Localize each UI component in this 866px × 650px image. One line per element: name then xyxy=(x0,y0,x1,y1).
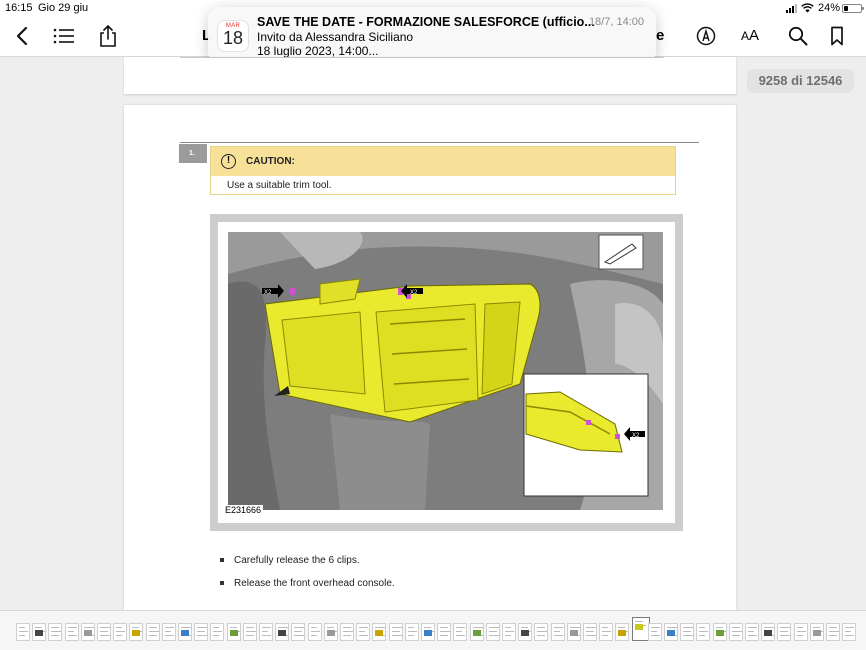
page-thumbnail[interactable] xyxy=(275,623,290,641)
page-thumbnail[interactable] xyxy=(664,623,678,641)
search-icon[interactable] xyxy=(786,24,810,48)
wifi-icon xyxy=(801,3,814,13)
page-thumbnail[interactable] xyxy=(161,623,176,641)
page-thumbnail[interactable] xyxy=(48,623,63,641)
step-number: 1. xyxy=(179,144,207,163)
page-thumbnail[interactable] xyxy=(388,623,403,641)
page-thumbnail[interactable] xyxy=(599,623,614,641)
page-thumbnail[interactable] xyxy=(485,623,500,641)
back-chevron-icon[interactable] xyxy=(10,24,34,48)
notification-title: SAVE THE DATE - FORMAZIONE SALESFORCE (u… xyxy=(257,15,595,29)
page-thumbnail[interactable] xyxy=(502,623,516,641)
page-thumbnail[interactable] xyxy=(356,623,371,641)
page-thumbnail[interactable] xyxy=(421,623,435,641)
clip-marker xyxy=(290,288,295,295)
notification-time: 18/7, 14:00 xyxy=(588,16,644,28)
page-thumbnail[interactable] xyxy=(323,623,338,641)
page-thumbnail[interactable] xyxy=(761,623,776,641)
page-thumbnail[interactable] xyxy=(793,623,808,641)
document-title-end: e xyxy=(656,27,665,44)
page-thumbnail[interactable] xyxy=(728,623,743,641)
clip-marker xyxy=(615,434,620,439)
page-thumbnail[interactable] xyxy=(259,623,273,641)
list-icon[interactable] xyxy=(52,24,76,48)
document-page: 1. ! CAUTION: Use a suitable trim tool. xyxy=(124,105,736,610)
page-thumbnail[interactable] xyxy=(226,623,241,641)
list-item: Release the front overhead console. xyxy=(220,578,395,601)
signal-icon xyxy=(785,3,797,13)
notification-event-date: 18 luglio 2023, 14:00... xyxy=(257,44,379,58)
notification-sender: Invito da Alessandra Siciliano xyxy=(257,30,414,44)
page-thumbnail[interactable] xyxy=(372,623,387,641)
page-thumbnail[interactable] xyxy=(340,623,354,641)
instruction-list: Carefully release the 6 clips. Release t… xyxy=(220,555,395,601)
status-time: 16:15 xyxy=(5,2,33,14)
page-thumbnail[interactable] xyxy=(469,623,484,641)
share-icon[interactable] xyxy=(96,24,120,48)
page-thumbnail[interactable] xyxy=(16,623,30,641)
page-thumbnail[interactable] xyxy=(97,623,111,641)
page-thumbnail[interactable] xyxy=(745,623,759,641)
page-thumbnail[interactable] xyxy=(437,623,452,641)
page-thumbnail[interactable] xyxy=(194,623,209,641)
svg-text:X2: X2 xyxy=(632,433,640,439)
battery-icon xyxy=(842,4,864,13)
page-thumbnail[interactable] xyxy=(826,623,840,641)
list-item: Carefully release the 6 clips. xyxy=(220,555,395,578)
clip-marker xyxy=(586,420,591,425)
page-thumbnail[interactable] xyxy=(566,623,581,641)
page-thumbnail[interactable] xyxy=(518,623,533,641)
page-thumbnail[interactable] xyxy=(647,623,662,641)
page-thumbnail[interactable] xyxy=(534,623,549,641)
caution-title: CAUTION: xyxy=(246,156,295,167)
page-thumbnail[interactable] xyxy=(712,623,727,641)
status-date: Gio 29 giu xyxy=(38,2,89,14)
bookmark-icon[interactable] xyxy=(825,24,849,48)
page-thumbnail[interactable] xyxy=(242,623,257,641)
page-thumbnail[interactable] xyxy=(404,623,419,641)
page-thumbnail[interactable] xyxy=(145,623,160,641)
page-thumbnail[interactable] xyxy=(291,623,306,641)
page-thumbnail[interactable] xyxy=(453,623,468,641)
page-thumbnail[interactable] xyxy=(64,623,79,641)
calendar-notification[interactable]: MAR 18 SAVE THE DATE - FORMAZIONE SALESF… xyxy=(208,7,656,64)
page-thumbnail[interactable] xyxy=(583,623,597,641)
page-thumbnail[interactable] xyxy=(32,623,47,641)
overhead-console-illustration: X2 X2 X2 xyxy=(228,232,663,510)
calendar-app-icon: MAR 18 xyxy=(218,21,248,51)
page-thumbnail[interactable] xyxy=(210,623,225,641)
page-thumbnail-strip[interactable] xyxy=(0,610,866,650)
previous-page xyxy=(124,57,736,94)
page-thumbnail[interactable] xyxy=(696,623,711,641)
page-thumbnail[interactable] xyxy=(178,623,192,641)
page-thumbnail[interactable] xyxy=(80,623,95,641)
page-thumbnail[interactable] xyxy=(550,623,565,641)
page-thumbnail[interactable] xyxy=(777,623,792,641)
battery-percent: 24% xyxy=(817,2,840,14)
page-thumbnail[interactable] xyxy=(680,623,695,641)
page-thumbnail[interactable] xyxy=(129,623,144,641)
page-counter: 9258 di 12546 xyxy=(747,69,854,93)
page-thumbnail[interactable] xyxy=(307,623,322,641)
calendar-day: 18 xyxy=(222,28,244,48)
warning-icon: ! xyxy=(221,154,236,169)
svg-text:X2: X2 xyxy=(410,290,418,296)
figure-id: E231666 xyxy=(223,505,264,515)
page-thumbnail[interactable] xyxy=(113,623,128,641)
page-thumbnail[interactable] xyxy=(842,623,857,641)
caution-text: Use a suitable trim tool. xyxy=(227,180,332,191)
svg-text:X2: X2 xyxy=(264,290,272,296)
caution-box: ! CAUTION: Use a suitable trim tool. xyxy=(210,146,676,195)
page-thumbnail[interactable] xyxy=(809,623,824,641)
procedure-figure: X2 X2 X2 E231666 xyxy=(210,214,683,531)
step-divider xyxy=(180,142,699,143)
annotate-icon[interactable] xyxy=(694,24,718,48)
page-thumbnail[interactable] xyxy=(615,623,630,641)
font-size-button[interactable]: AA xyxy=(741,27,759,44)
